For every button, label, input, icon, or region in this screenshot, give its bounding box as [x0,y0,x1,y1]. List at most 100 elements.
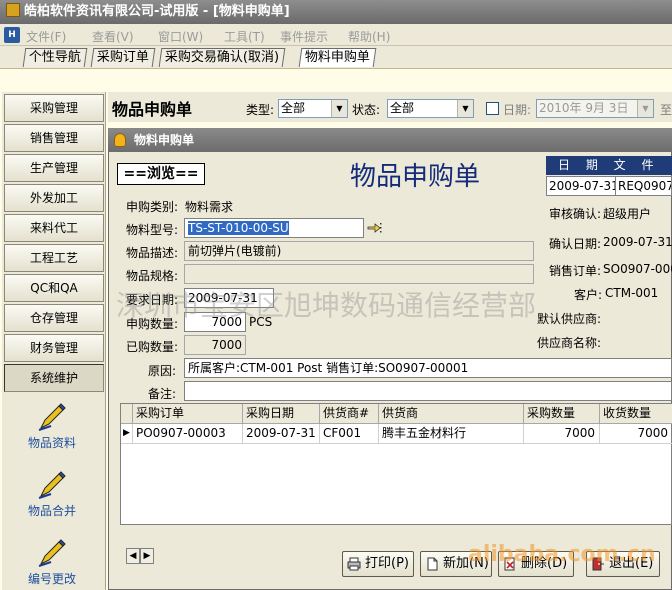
to-label: 至 [660,103,672,117]
grid-corner [121,404,133,424]
tab-material-requisition[interactable]: 物料申购单 [298,48,377,67]
chevron-down-icon: ▼ [637,100,653,117]
nav-item-code-change[interactable]: 编号更改 [2,538,102,587]
cell-supplier-code: CF001 [320,424,379,444]
print-button[interactable]: 打印(P) [342,551,414,577]
grid-header-supplier-code[interactable]: 供货商# [320,404,379,424]
grid-header-received-qty[interactable]: 收货数量 [600,404,672,424]
menu-tools[interactable]: 工具(T) [224,28,265,45]
form-title: 物品申购单 [349,162,480,192]
sales-order-value: SO0907-000 [603,262,672,276]
grid-header-po-date[interactable]: 采购日期 [243,404,320,424]
watermark-alibaba: alibaba.com.cn [468,542,656,567]
window-title-bar: 皓柏软件资讯有限公司-试用版 - [物料申购单] [0,0,672,24]
cell-po-qty: 7000 [524,424,600,444]
date-label: 日期: [503,103,532,117]
purchase-grid: 采购订单 采购日期 供货商# 供货商 采购数量 收货数量 ▶ PO0907-00… [120,403,672,525]
nav-system[interactable]: 系统维护 [4,364,104,392]
reason-label: 原因: [148,364,177,378]
cell-supplier: 腾丰五金材料行 [379,424,524,444]
grid-header-po-qty[interactable]: 采购数量 [524,404,600,424]
supplier-name-label: 供应商名称: [537,336,602,350]
menu-help[interactable]: 帮助(H) [348,28,390,45]
desc-field: 前切弹片(电镀前) [184,241,534,261]
customer-label: 客户: [574,288,603,302]
remark-input[interactable] [184,381,672,401]
row-pointer-icon: ▶ [121,424,133,444]
doc-panel-header: 日 期 文 件 [546,156,672,175]
nav-consignment[interactable]: 来料代工 [4,214,104,242]
bought-field: 7000 [184,335,246,355]
reason-input[interactable]: 所属客户:CTM-001 Post 销售订单:SO0907-00001 [184,358,672,378]
default-supplier-label: 默认供应商: [537,312,602,326]
bought-label: 已购数量: [126,340,179,354]
app-icon [6,3,20,17]
chevron-down-icon: ▼ [457,100,473,117]
type-select[interactable]: 全部 ▼ [278,99,348,118]
remark-label: 备注: [148,387,177,401]
nav-sales[interactable]: 销售管理 [4,124,104,152]
spec-label: 物品规格: [126,269,179,283]
menu-file[interactable]: 文件(F) [26,28,66,45]
date-checkbox[interactable] [486,102,499,115]
pen-icon [38,539,66,567]
toolbar-title: 物品申购单 [112,100,193,119]
dialog-title-bar: 物料申购单 [108,128,672,152]
nav-engineering[interactable]: 工程工艺 [4,244,104,272]
menu-bar: H 文件(F) 查看(V) 窗口(W) 工具(T) 事件提示 帮助(H) [0,24,672,46]
confirm-date-value: 2009-07-31 [603,235,672,249]
pen-icon [38,471,66,499]
type-label: 类型: [246,103,275,117]
dialog-title: 物料申购单 [134,133,195,147]
next-record-button[interactable]: ▶ [140,548,154,564]
new-document-icon [427,557,438,571]
app-logo-icon: H [4,27,20,43]
model-label: 物料型号: [126,223,179,237]
watermark-text: 深圳市宝安区旭坤数码通信经营部 [116,289,537,322]
status-select[interactable]: 全部 ▼ [387,99,474,118]
category-label: 申购类别: [126,200,179,214]
pen-icon [38,403,66,431]
nav-icon-panel: 物品资料 物品合并 编号更改 [2,392,102,590]
model-input[interactable]: TS-ST-010-00-SU [184,218,364,238]
approve-label: 审核确认: [549,207,602,221]
nav-qc-qa[interactable]: QC和QA [4,274,104,302]
date-picker[interactable]: 2010年 9月 3日 ▼ [536,99,654,118]
tab-purchase-order[interactable]: 采购订单 [90,48,156,67]
category-value: 物料需求 [185,200,234,214]
doc-number-field: REQ0907- [615,176,672,196]
sales-order-label: 销售订单: [549,264,602,278]
nav-production[interactable]: 生产管理 [4,154,104,182]
nav-purchase[interactable]: 采购管理 [4,94,104,122]
tab-personal-nav[interactable]: 个性导航 [22,48,88,67]
lightbulb-icon [114,133,126,147]
prev-record-button[interactable]: ◀ [126,548,140,564]
grid-header-po[interactable]: 采购订单 [133,404,243,424]
menu-view[interactable]: 查看(V) [92,28,134,45]
confirm-date-label: 确认日期: [549,237,602,251]
cell-po: PO0907-00003 [133,424,243,444]
document-tab-bar: 个性导航 采购订单 采购交易确认(取消) 物料申购单 [0,46,672,68]
chevron-down-icon: ▼ [331,100,347,117]
nav-warehouse[interactable]: 仓存管理 [4,304,104,332]
grid-header-supplier[interactable]: 供货商 [379,404,524,424]
nav-item-material-merge[interactable]: 物品合并 [2,470,102,519]
approve-value: 超级用户 [603,207,652,221]
mode-indicator: ==浏览== [117,163,205,185]
status-label: 状态: [352,103,381,117]
cell-received-qty: 7000 [600,424,672,444]
nav-outsourcing[interactable]: 外发加工 [4,184,104,212]
printer-icon [347,557,361,571]
spec-field [184,264,534,284]
cell-po-date: 2009-07-31 [243,424,320,444]
tab-purchase-confirm[interactable]: 采购交易确认(取消) [158,48,286,67]
menu-window[interactable]: 窗口(W) [158,28,203,45]
doc-date-field: 2009-07-31 [546,176,616,196]
desc-label: 物品描述: [126,246,179,260]
lookup-icon[interactable] [367,221,383,235]
nav-finance[interactable]: 财务管理 [4,334,104,362]
menu-events[interactable]: 事件提示 [280,28,328,45]
nav-item-material-data[interactable]: 物品资料 [2,402,102,451]
window-title: 皓柏软件资讯有限公司-试用版 - [物料申购单] [24,4,290,19]
customer-value: CTM-001 [605,286,659,300]
